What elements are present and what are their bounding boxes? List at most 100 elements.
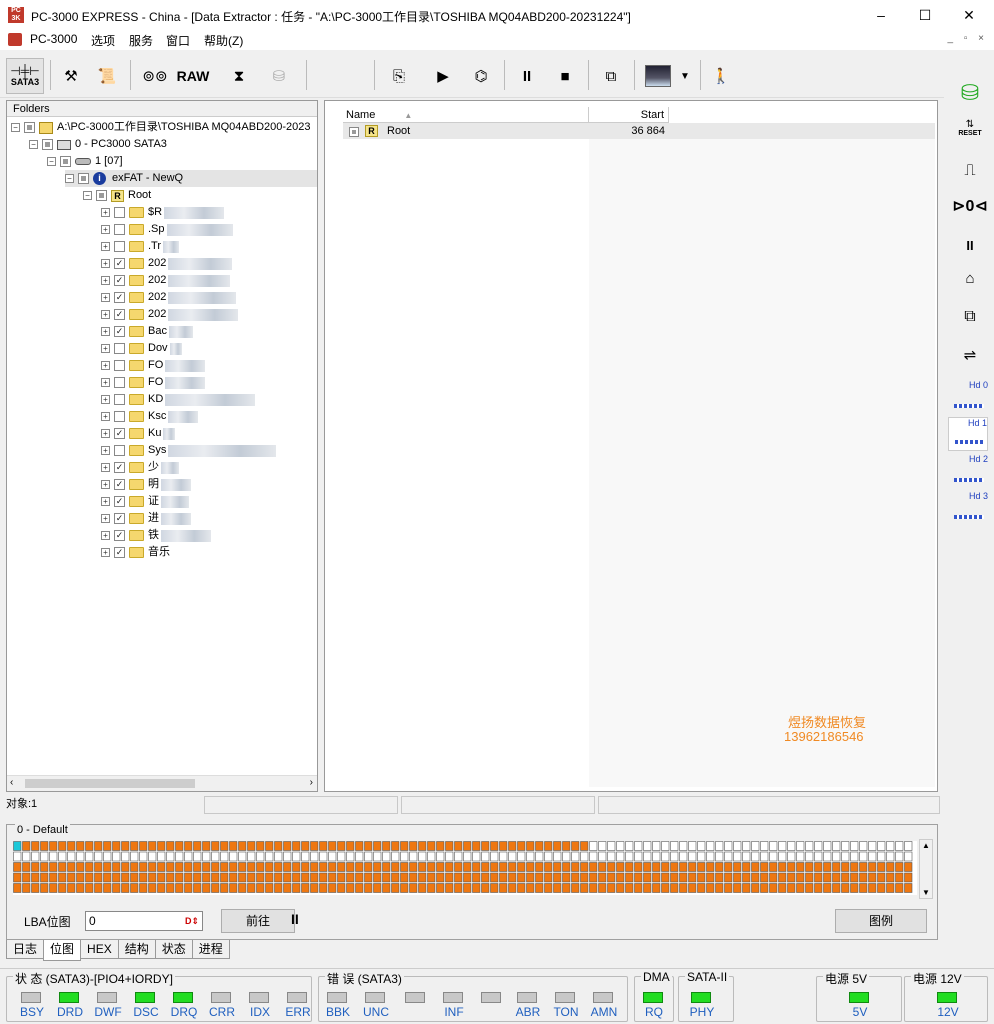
tree-checkbox[interactable] — [24, 122, 35, 133]
tree-folder-item[interactable]: + ✓ 铁 — [101, 527, 211, 544]
expand-icon[interactable]: + — [101, 497, 110, 506]
tree-checkbox[interactable]: ✓ — [114, 547, 125, 558]
tree-checkbox[interactable] — [42, 139, 53, 150]
tree-folder-item[interactable]: + $R — [101, 204, 225, 221]
expand-icon[interactable]: + — [101, 378, 110, 387]
tree-checkbox[interactable] — [114, 224, 125, 235]
tree-folder-item[interactable]: + Dov — [101, 340, 182, 357]
tree-folder-item[interactable]: + ✓ 202 — [101, 289, 237, 306]
bitmap-vertical-scrollbar[interactable]: ▲ ▼ — [919, 839, 933, 899]
tree-node-partition[interactable]: − 1 [07] — [47, 153, 123, 170]
bottom-tab[interactable]: 状态 — [154, 940, 193, 959]
tree-node-path[interactable]: − A:\PC-3000工作目录\TOSHIBA MQ04ABD200-2023 — [11, 119, 311, 136]
bottom-tab[interactable]: 结构 — [117, 940, 156, 959]
tree-folder-item[interactable]: + .Tr — [101, 238, 180, 255]
collapse-icon[interactable]: − — [29, 140, 38, 149]
tree-checkbox[interactable]: ✓ — [114, 309, 125, 320]
tree-checkbox[interactable] — [60, 156, 71, 167]
collapse-icon[interactable]: − — [47, 157, 56, 166]
tree-checkbox[interactable]: ✓ — [114, 513, 125, 524]
disk-copy-button[interactable]: ⛁ — [264, 58, 294, 94]
decimal-mode-icon[interactable]: D⇕ — [185, 912, 199, 930]
image-view-button[interactable] — [642, 58, 674, 94]
tree-checkbox[interactable] — [96, 190, 107, 201]
delete-copy-button[interactable]: ⧉ — [952, 308, 988, 334]
signal-button[interactable]: ⎍ — [952, 162, 988, 188]
goto-button[interactable]: 前往 — [221, 909, 295, 933]
collapse-icon[interactable]: − — [83, 191, 92, 200]
tree-folder-item[interactable]: + ✓ 202 — [101, 306, 239, 323]
legend-button[interactable]: 图例 — [835, 909, 927, 933]
tree-checkbox[interactable]: ✓ — [114, 530, 125, 541]
tree-checkbox[interactable] — [114, 394, 125, 405]
sector-bitmap[interactable] — [13, 841, 917, 895]
scroll-down-icon[interactable]: ▼ — [922, 888, 930, 897]
list-row-root[interactable]: R Root 36 864 — [343, 123, 935, 139]
expand-icon[interactable]: + — [101, 429, 110, 438]
tree-folder-item[interactable]: + ✓ 音乐 — [101, 544, 170, 561]
export-button[interactable]: ⎘ — [384, 58, 414, 94]
tree-checkbox[interactable]: ✓ — [114, 258, 125, 269]
tree-folder-item[interactable]: + ✓ Ku — [101, 425, 176, 442]
bottom-tab[interactable]: 日志 — [6, 940, 45, 959]
tree-checkbox[interactable] — [114, 343, 125, 354]
menu-service[interactable]: 服务 — [129, 32, 153, 49]
expand-icon[interactable]: + — [101, 395, 110, 404]
tree-folder-item[interactable]: + FO — [101, 374, 206, 391]
expand-icon[interactable]: + — [101, 480, 110, 489]
menu-window[interactable]: 窗口 — [166, 32, 190, 49]
close-button[interactable]: ✕ — [946, 0, 992, 30]
reset-button[interactable]: ⇅ RESET — [952, 120, 988, 150]
tree-folder-item[interactable]: + ✓ 证 — [101, 493, 189, 510]
lba-input[interactable]: 0 D⇕ — [85, 911, 203, 931]
minimize-button[interactable]: – — [858, 0, 904, 30]
tree-folder-item[interactable]: + ✓ 少 — [101, 459, 179, 476]
scrollbar-thumb[interactable] — [25, 779, 195, 788]
tree-folder-item[interactable]: + ✓ Bac — [101, 323, 193, 340]
expand-icon[interactable]: + — [101, 548, 110, 557]
copy-files-button[interactable]: ⧉ — [596, 58, 626, 94]
expand-icon[interactable]: + — [101, 259, 110, 268]
expand-icon[interactable]: + — [101, 276, 110, 285]
tree-folder-item[interactable]: + ✓ 202 — [101, 272, 231, 289]
expand-icon[interactable]: + — [101, 463, 110, 472]
bottom-tab[interactable]: HEX — [80, 940, 119, 959]
search-button[interactable]: ⊚⊚ — [140, 58, 170, 94]
tree-checkbox[interactable]: ✓ — [114, 292, 125, 303]
bottom-tab[interactable]: 进程 — [191, 940, 230, 959]
hd-tools-button[interactable]: ⌂ — [952, 270, 988, 296]
collapse-icon[interactable]: − — [65, 174, 74, 183]
row-checkbox[interactable] — [349, 126, 363, 142]
expand-icon[interactable]: + — [101, 361, 110, 370]
tree-folder-item[interactable]: + .Sp — [101, 221, 233, 238]
raw-button[interactable]: RAW — [174, 58, 212, 94]
menu-options[interactable]: 选项 — [91, 32, 115, 49]
tree-folder-item[interactable]: + FO — [101, 357, 206, 374]
tree-checkbox[interactable]: ✓ — [114, 275, 125, 286]
tree-folder-item[interactable]: + Sys — [101, 442, 277, 459]
tree-folder-item[interactable]: + ✓ 202 — [101, 255, 233, 272]
tree-checkbox[interactable] — [114, 445, 125, 456]
tree-checkbox[interactable] — [114, 360, 125, 371]
scroll-up-icon[interactable]: ▲ — [922, 841, 930, 850]
hd-port-button[interactable]: Hd 3 — [948, 491, 988, 525]
expand-icon[interactable]: + — [101, 242, 110, 251]
horizontal-scrollbar[interactable]: ‹ › — [7, 775, 317, 791]
play-button[interactable]: ▶ — [428, 58, 458, 94]
expand-icon[interactable]: + — [101, 412, 110, 421]
maximize-button[interactable]: ☐ — [902, 0, 948, 30]
hd-port-button[interactable]: Hd 1 — [948, 417, 988, 451]
tree-checkbox[interactable]: ✓ — [114, 462, 125, 473]
tree-checkbox[interactable]: ✓ — [114, 479, 125, 490]
expand-icon[interactable]: + — [101, 344, 110, 353]
expand-icon[interactable]: + — [101, 293, 110, 302]
expand-icon[interactable]: + — [101, 208, 110, 217]
tree-checkbox[interactable]: ✓ — [114, 326, 125, 337]
image-view-dropdown[interactable]: ▼ — [676, 58, 694, 94]
tree-node-exfat[interactable]: − i exFAT - NewQ — [65, 170, 317, 187]
tools-button[interactable]: ⚒ — [56, 58, 86, 94]
tree-checkbox[interactable]: ✓ — [114, 428, 125, 439]
tree-folder-item[interactable]: + Ksc — [101, 408, 199, 425]
pause-tool-button[interactable]: II — [512, 58, 542, 94]
menu-pc3000[interactable]: PC-3000 — [30, 32, 77, 46]
